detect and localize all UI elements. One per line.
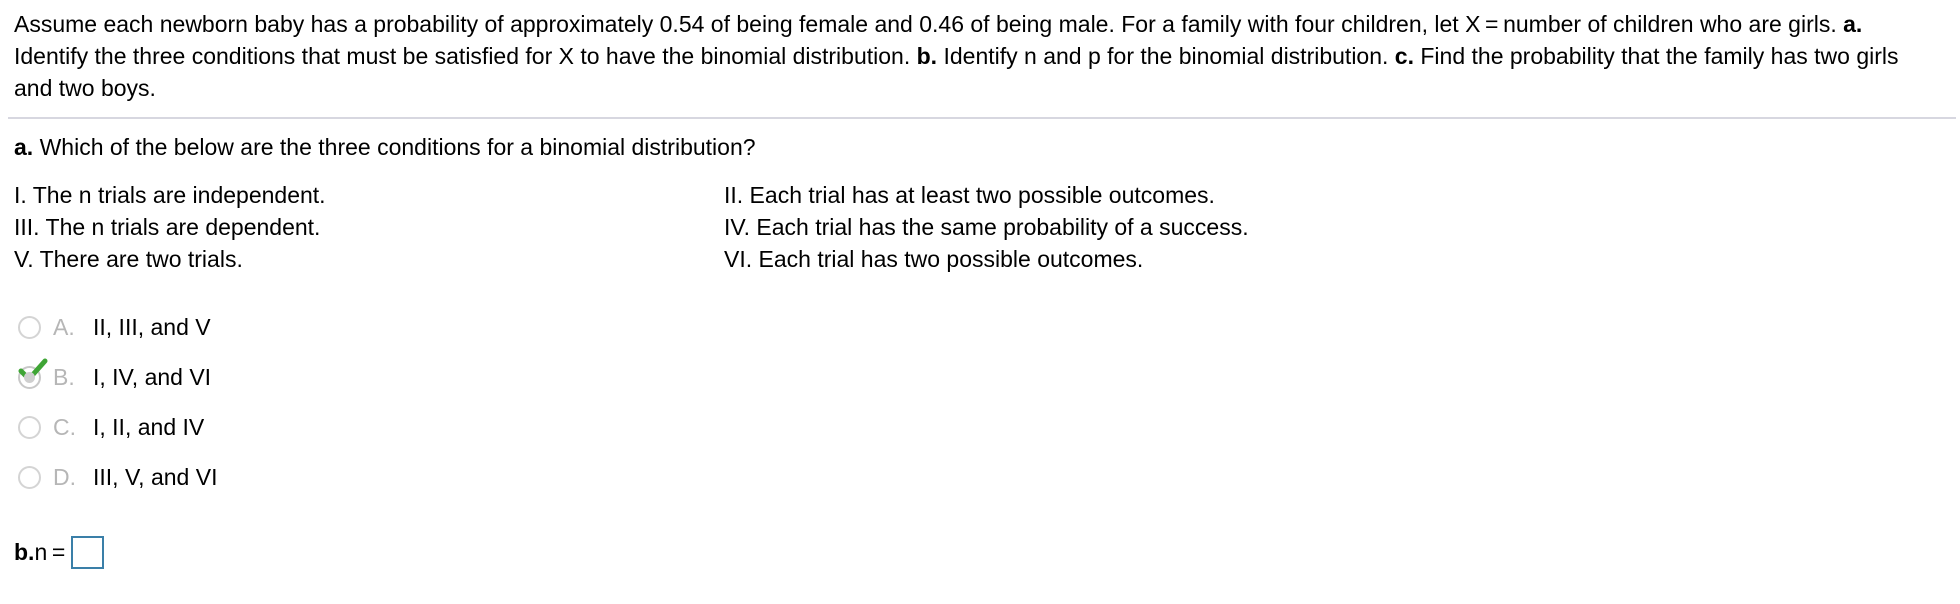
part-b-text: Identify n and p for the binomial distri… bbox=[937, 43, 1395, 69]
choice-d-text: III, V, and VI bbox=[93, 463, 218, 490]
question-a: a. Which of the below are the three cond… bbox=[14, 131, 756, 163]
radio-button-b[interactable] bbox=[18, 358, 48, 389]
choice-c-text: I, II, and IV bbox=[93, 413, 205, 440]
choice-d-letter: D. bbox=[53, 463, 76, 490]
problem-statement: Assume each newborn baby has a probabili… bbox=[14, 8, 1934, 104]
choice-a-text: II, III, and V bbox=[93, 313, 211, 340]
condition-5: V. There are two trials. bbox=[14, 246, 243, 272]
choice-b-text: I, IV, and VI bbox=[93, 363, 212, 390]
radio-button-c[interactable] bbox=[18, 415, 41, 439]
question-a-text: Which of the below are the three conditi… bbox=[33, 134, 756, 160]
choice-b-letter: B. bbox=[53, 363, 75, 390]
part-b-label: b. bbox=[916, 43, 938, 69]
choice-c[interactable]: C. I, II, and IV bbox=[18, 410, 338, 444]
choice-d[interactable]: D. III, V, and VI bbox=[18, 460, 338, 494]
condition-4: IV. Each trial has the same probability … bbox=[724, 214, 1249, 240]
problem-intro: Assume each newborn baby has a probabili… bbox=[14, 11, 1844, 37]
condition-3: III. The n trials are dependent. bbox=[14, 214, 321, 240]
n-answer-input[interactable] bbox=[71, 535, 105, 569]
question-b-label: b. bbox=[14, 538, 35, 565]
check-mark-icon bbox=[18, 358, 48, 381]
choice-b[interactable]: B. I, IV, and VI bbox=[18, 358, 338, 394]
choice-a-letter: A. bbox=[53, 313, 75, 340]
question-b-text: n = bbox=[34, 538, 66, 565]
radio-button-d[interactable] bbox=[18, 465, 41, 489]
condition-1: I. The n trials are independent. bbox=[14, 182, 326, 208]
choice-c-letter: C. bbox=[53, 413, 76, 440]
part-a-label: a. bbox=[1843, 11, 1863, 37]
condition-6: VI. Each trial has two possible outcomes… bbox=[724, 246, 1144, 272]
part-c-label: c. bbox=[1394, 43, 1414, 69]
part-a-text: Identify the three conditions that must … bbox=[14, 43, 917, 69]
condition-2: II. Each trial has at least two possible… bbox=[724, 182, 1215, 208]
radio-button-a[interactable] bbox=[18, 315, 41, 339]
question-b: b. n = bbox=[14, 534, 105, 570]
question-a-label: a. bbox=[14, 134, 34, 160]
choice-a[interactable]: A. II, III, and V bbox=[18, 310, 338, 344]
section-divider bbox=[8, 117, 1956, 119]
